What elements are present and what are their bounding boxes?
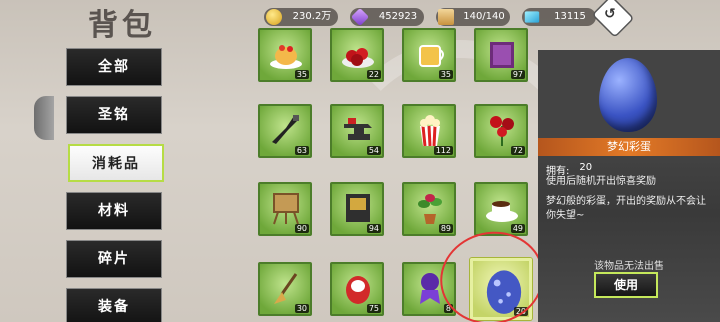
tab-equipment[interactable]: 装备 (66, 288, 162, 322)
roses-icon (490, 116, 514, 146)
item-detail-panel: 梦幻彩蛋 拥有: 20 使用后随机开出惊喜奖励 梦幻般的彩蛋，开出的奖励从不会让… (538, 50, 720, 322)
item-slot[interactable]: 72 (474, 104, 528, 158)
item-slot[interactable]: 75 (330, 262, 384, 316)
book-icon (490, 42, 514, 68)
item-name: 梦幻彩蛋 (538, 138, 720, 156)
item-slot[interactable]: 35 (402, 28, 456, 82)
item-slot[interactable]: 90 (258, 182, 312, 236)
daruma-icon (346, 276, 370, 304)
resource-gem: 452923 (350, 7, 424, 27)
item-slot[interactable]: 35 (258, 28, 312, 82)
coffee-icon (486, 201, 518, 222)
collapse-arrow[interactable] (34, 96, 54, 140)
diamond-value: 13115 (554, 11, 586, 22)
tab-consumables[interactable]: 消耗品 (68, 144, 164, 182)
page-title: 背包 (88, 8, 156, 43)
anvil-icon (344, 118, 372, 140)
item-slot[interactable]: 22 (330, 28, 384, 82)
purple-gem-icon (350, 7, 370, 27)
gem-value: 452923 (378, 11, 418, 22)
gold-coin-icon (266, 9, 282, 25)
back-icon: ↺ (604, 6, 616, 22)
item-slot[interactable]: 112 (402, 104, 456, 158)
resource-gold: 230.2万 (264, 8, 338, 26)
box-icon (438, 9, 454, 25)
tab-fragments[interactable]: 碎片 (66, 240, 162, 278)
tab-materials[interactable]: 材料 (66, 192, 162, 230)
item-slot[interactable]: 89 (402, 182, 456, 236)
pudding-icon (270, 45, 302, 69)
item-slot[interactable]: 63 (258, 104, 312, 158)
tab-all[interactable]: 全部 (66, 48, 162, 86)
item-description: 使用后随机开出惊喜奖励 梦幻般的彩蛋，开出的奖励从不会让你失望~ (546, 176, 706, 221)
tea-icon (419, 45, 444, 67)
resource-bar: 230.2万 452923 140/140 13115 (264, 7, 596, 27)
tab-inscriptions[interactable]: 圣铭 (66, 96, 162, 134)
item-slot[interactable]: 49 (474, 182, 528, 236)
guitar-icon (272, 115, 299, 144)
resource-box: 140/140 (436, 8, 510, 26)
use-button[interactable]: 使用 (594, 272, 658, 298)
gold-value: 230.2万 (292, 11, 332, 22)
box-value: 140/140 (463, 11, 505, 22)
item-slot[interactable]: 94 (330, 182, 384, 236)
popcorn-icon (420, 115, 440, 147)
plant-icon (418, 194, 442, 224)
diamond-icon (524, 11, 540, 23)
easel-icon (273, 193, 299, 225)
cannot-sell-text: 该物品无法出售 (594, 261, 664, 272)
broom-icon (274, 273, 298, 304)
item-slot[interactable]: 54 (330, 104, 384, 158)
resource-diamond: 13115 (522, 8, 596, 26)
item-slot[interactable]: 30 (258, 262, 312, 316)
category-tabs: 全部 圣铭 消耗品 材料 碎片 装备 (66, 48, 164, 322)
notebook-icon (346, 194, 370, 222)
item-slot[interactable]: 97 (474, 28, 528, 82)
cherries-icon (342, 48, 374, 68)
